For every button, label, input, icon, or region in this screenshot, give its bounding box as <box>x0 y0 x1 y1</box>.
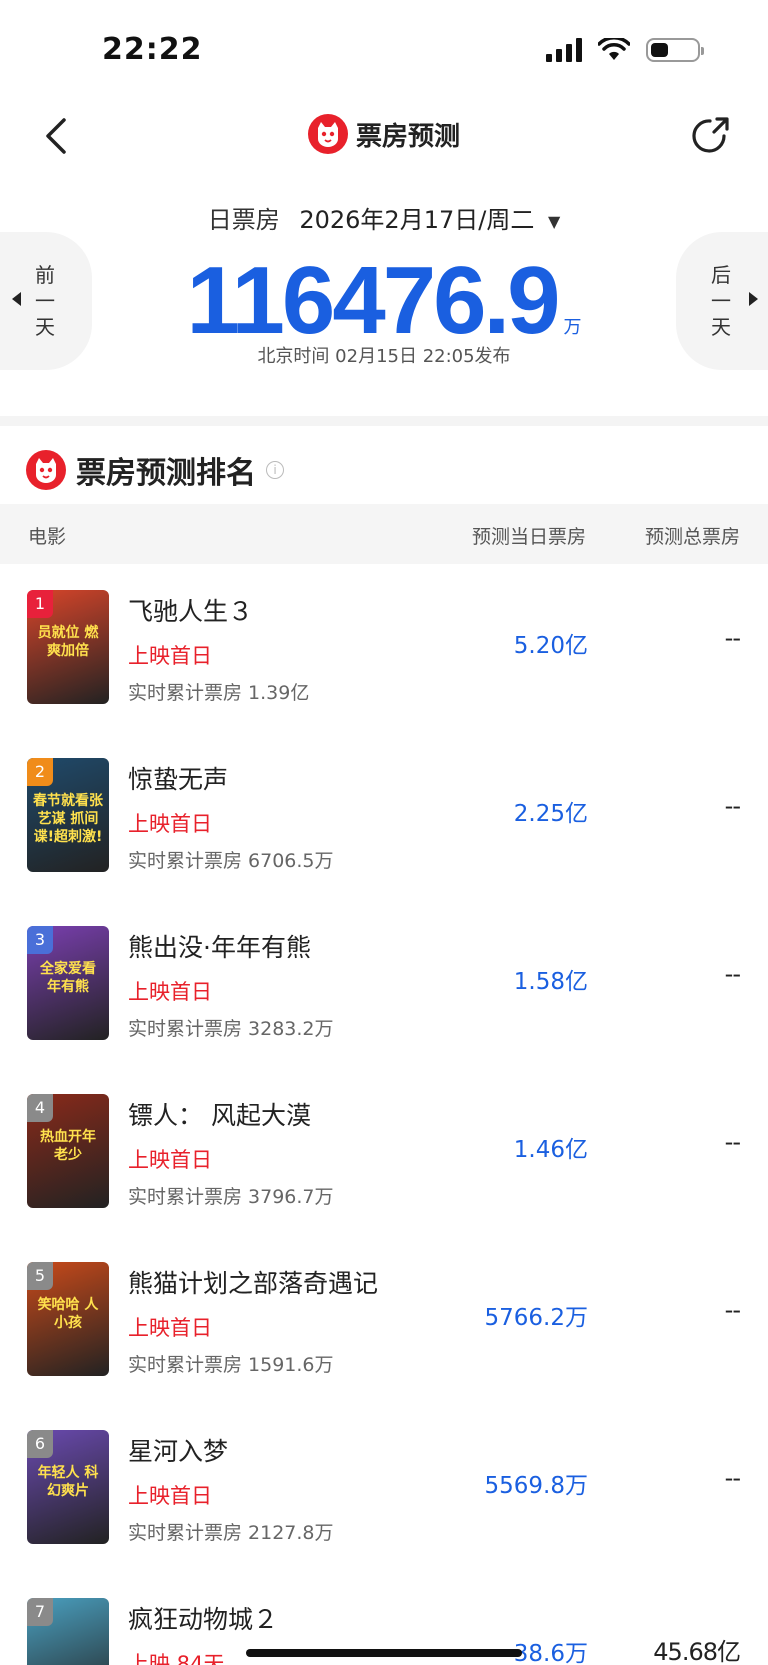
movie-poster[interactable]: 4 热血开年 老少 <box>27 1094 109 1208</box>
status-time: 22:22 <box>102 32 203 67</box>
cumulative-box-office: 实时累计票房 1591.6万 <box>128 1354 334 1376</box>
predicted-day-box-office: 5569.8万 <box>484 1473 588 1499</box>
rank-badge: 7 <box>27 1598 53 1626</box>
release-status: 上映首日 <box>128 980 212 1004</box>
predicted-total-box-office: -- <box>724 1464 741 1492</box>
ranking-title: 票房预测排名 <box>76 456 256 491</box>
box-office-number: 116476.9 <box>186 247 560 354</box>
right-arrow-icon <box>749 292 758 306</box>
release-status: 上映首日 <box>128 1484 212 1508</box>
list-item[interactable]: 5 笑哈哈 人小孩 熊猫计划之部落奇遇记上映首日实时累计票房 1591.6万 5766… <box>0 1236 768 1404</box>
release-status: 上映首日 <box>128 1316 212 1340</box>
cumulative-box-office: 实时累计票房 6706.5万 <box>128 850 334 872</box>
column-day-prediction[interactable]: 预测当日票房 <box>472 522 586 549</box>
home-indicator <box>246 1649 522 1657</box>
predicted-total-box-office: -- <box>724 1128 741 1156</box>
movie-poster[interactable]: 3 全家爱看 年有熊 <box>27 926 109 1040</box>
predicted-day-box-office: 1.58亿 <box>513 969 588 995</box>
release-status: 上映首日 <box>128 812 212 836</box>
battery-icon <box>646 38 704 62</box>
movie-name: 惊蛰无声 <box>128 765 229 794</box>
rank-badge: 1 <box>27 590 53 618</box>
cumulative-box-office: 实时累计票房 1.39亿 <box>128 682 310 704</box>
movie-name: 星河入梦 <box>128 1437 229 1466</box>
column-total-prediction[interactable]: 预测总票房 <box>645 522 740 549</box>
movie-poster[interactable]: 7 <box>27 1598 109 1665</box>
column-movie: 电影 <box>28 526 67 548</box>
rank-badge: 6 <box>27 1430 53 1458</box>
table-header: 电影 预测当日票房 预测总票房 <box>0 504 768 564</box>
rank-badge: 5 <box>27 1262 53 1290</box>
info-icon[interactable]: i <box>266 461 284 479</box>
release-status: 上映 84天 <box>128 1652 225 1665</box>
movie-poster[interactable]: 6 年轻人 科幻爽片 <box>27 1430 109 1544</box>
publish-time: 北京时间 02月15日 22:05发布 <box>257 346 511 367</box>
cumulative-box-office: 实时累计票房 3283.2万 <box>128 1018 334 1040</box>
list-item[interactable]: 2 春节就看张艺谋 抓间谍!超刺激! 惊蛰无声上映首日实时累计票房 6706.5万 2… <box>0 732 768 900</box>
date-label: 日票房 <box>207 206 280 234</box>
movie-name: 疯狂动物城２ <box>128 1605 279 1634</box>
movie-poster[interactable]: 1 员就位 燃爽加倍 <box>27 590 109 704</box>
section-divider <box>0 416 768 426</box>
date-value: 2026年2月17日/周二 <box>299 206 535 234</box>
cumulative-box-office: 实时累计票房 3796.7万 <box>128 1186 334 1208</box>
movie-name: 飞驰人生３ <box>128 597 254 626</box>
rank-badge: 2 <box>27 758 53 786</box>
maoyan-cat-logo-icon <box>26 450 66 490</box>
list-item[interactable]: 3 全家爱看 年有熊 熊出没·年年有熊上映首日实时累计票房 3283.2万 1.58亿… <box>0 900 768 1068</box>
dropdown-caret-icon: ▼ <box>547 211 561 231</box>
nav-title-group: 票房预测 <box>0 114 768 154</box>
next-day-label: 后 一 天 <box>711 263 731 339</box>
predicted-total-box-office: 45.68亿 <box>653 1638 741 1665</box>
movie-poster[interactable]: 2 春节就看张艺谋 抓间谍!超刺激! <box>27 758 109 872</box>
box-office-unit: 万 <box>563 317 582 338</box>
predicted-day-box-office: 2.25亿 <box>513 801 588 827</box>
nav-bar: 票房预测 <box>0 104 768 168</box>
poster-text: 年轻人 科幻爽片 <box>37 1465 99 1499</box>
poster-text: 笑哈哈 人小孩 <box>37 1297 99 1331</box>
daily-box-office-header: 日票房 2026年2月17日/周二 ▼ 前 一 天 116476.9 万 后 一 … <box>0 194 768 394</box>
predicted-day-box-office: 38.6万 <box>513 1641 588 1665</box>
poster-text: 全家爱看 年有熊 <box>40 961 96 995</box>
predicted-total-box-office: -- <box>724 960 741 988</box>
predicted-total-box-office: -- <box>724 1296 741 1324</box>
poster-text: 员就位 燃爽加倍 <box>37 625 99 659</box>
predicted-total-box-office: -- <box>724 624 741 652</box>
maoyan-cat-logo-icon <box>307 114 348 154</box>
status-icons <box>546 38 704 62</box>
list-item[interactable]: 6 年轻人 科幻爽片 星河入梦上映首日实时累计票房 2127.8万 5569.8万 -- <box>0 1404 768 1572</box>
predicted-day-box-office: 5.20亿 <box>513 633 588 659</box>
share-icon[interactable] <box>688 114 732 158</box>
rank-badge: 4 <box>27 1094 53 1122</box>
predicted-total-box-office: -- <box>724 792 741 820</box>
rank-badge: 3 <box>27 926 53 954</box>
poster-text: 热血开年 老少 <box>40 1129 96 1163</box>
status-bar: 22:22 <box>0 0 768 100</box>
poster-text: 春节就看张艺谋 抓间谍!超刺激! <box>33 793 103 845</box>
cumulative-box-office: 实时累计票房 2127.8万 <box>128 1522 334 1544</box>
list-item[interactable]: 1 员就位 燃爽加倍 飞驰人生３ 上映首日实时累计票房 1.39亿 5.20亿 -- <box>0 564 768 732</box>
page-title: 票房预测 <box>355 121 460 152</box>
cellular-signal-icon <box>546 38 582 62</box>
date-selector[interactable]: 日票房 2026年2月17日/周二 ▼ <box>0 200 768 235</box>
list-item[interactable]: 4 热血开年 老少 镖人： 风起大漠上映首日实时累计票房 3796.7万 1.46亿 -… <box>0 1068 768 1236</box>
movie-name: 熊猫计划之部落奇遇记 <box>128 1269 379 1298</box>
predicted-day-box-office: 5766.2万 <box>484 1305 588 1331</box>
release-status: 上映首日 <box>128 1148 212 1172</box>
wifi-icon <box>598 38 630 60</box>
movie-name: 熊出没·年年有熊 <box>128 933 311 962</box>
movie-name: 镖人： 风起大漠 <box>128 1101 311 1130</box>
ranking-title-row: 票房预测排名 i <box>26 448 284 492</box>
release-status: 上映首日 <box>128 644 212 668</box>
predicted-day-box-office: 1.46亿 <box>513 1137 588 1163</box>
daily-box-office-value: 116476.9 万 <box>0 246 768 356</box>
movie-poster[interactable]: 5 笑哈哈 人小孩 <box>27 1262 109 1376</box>
